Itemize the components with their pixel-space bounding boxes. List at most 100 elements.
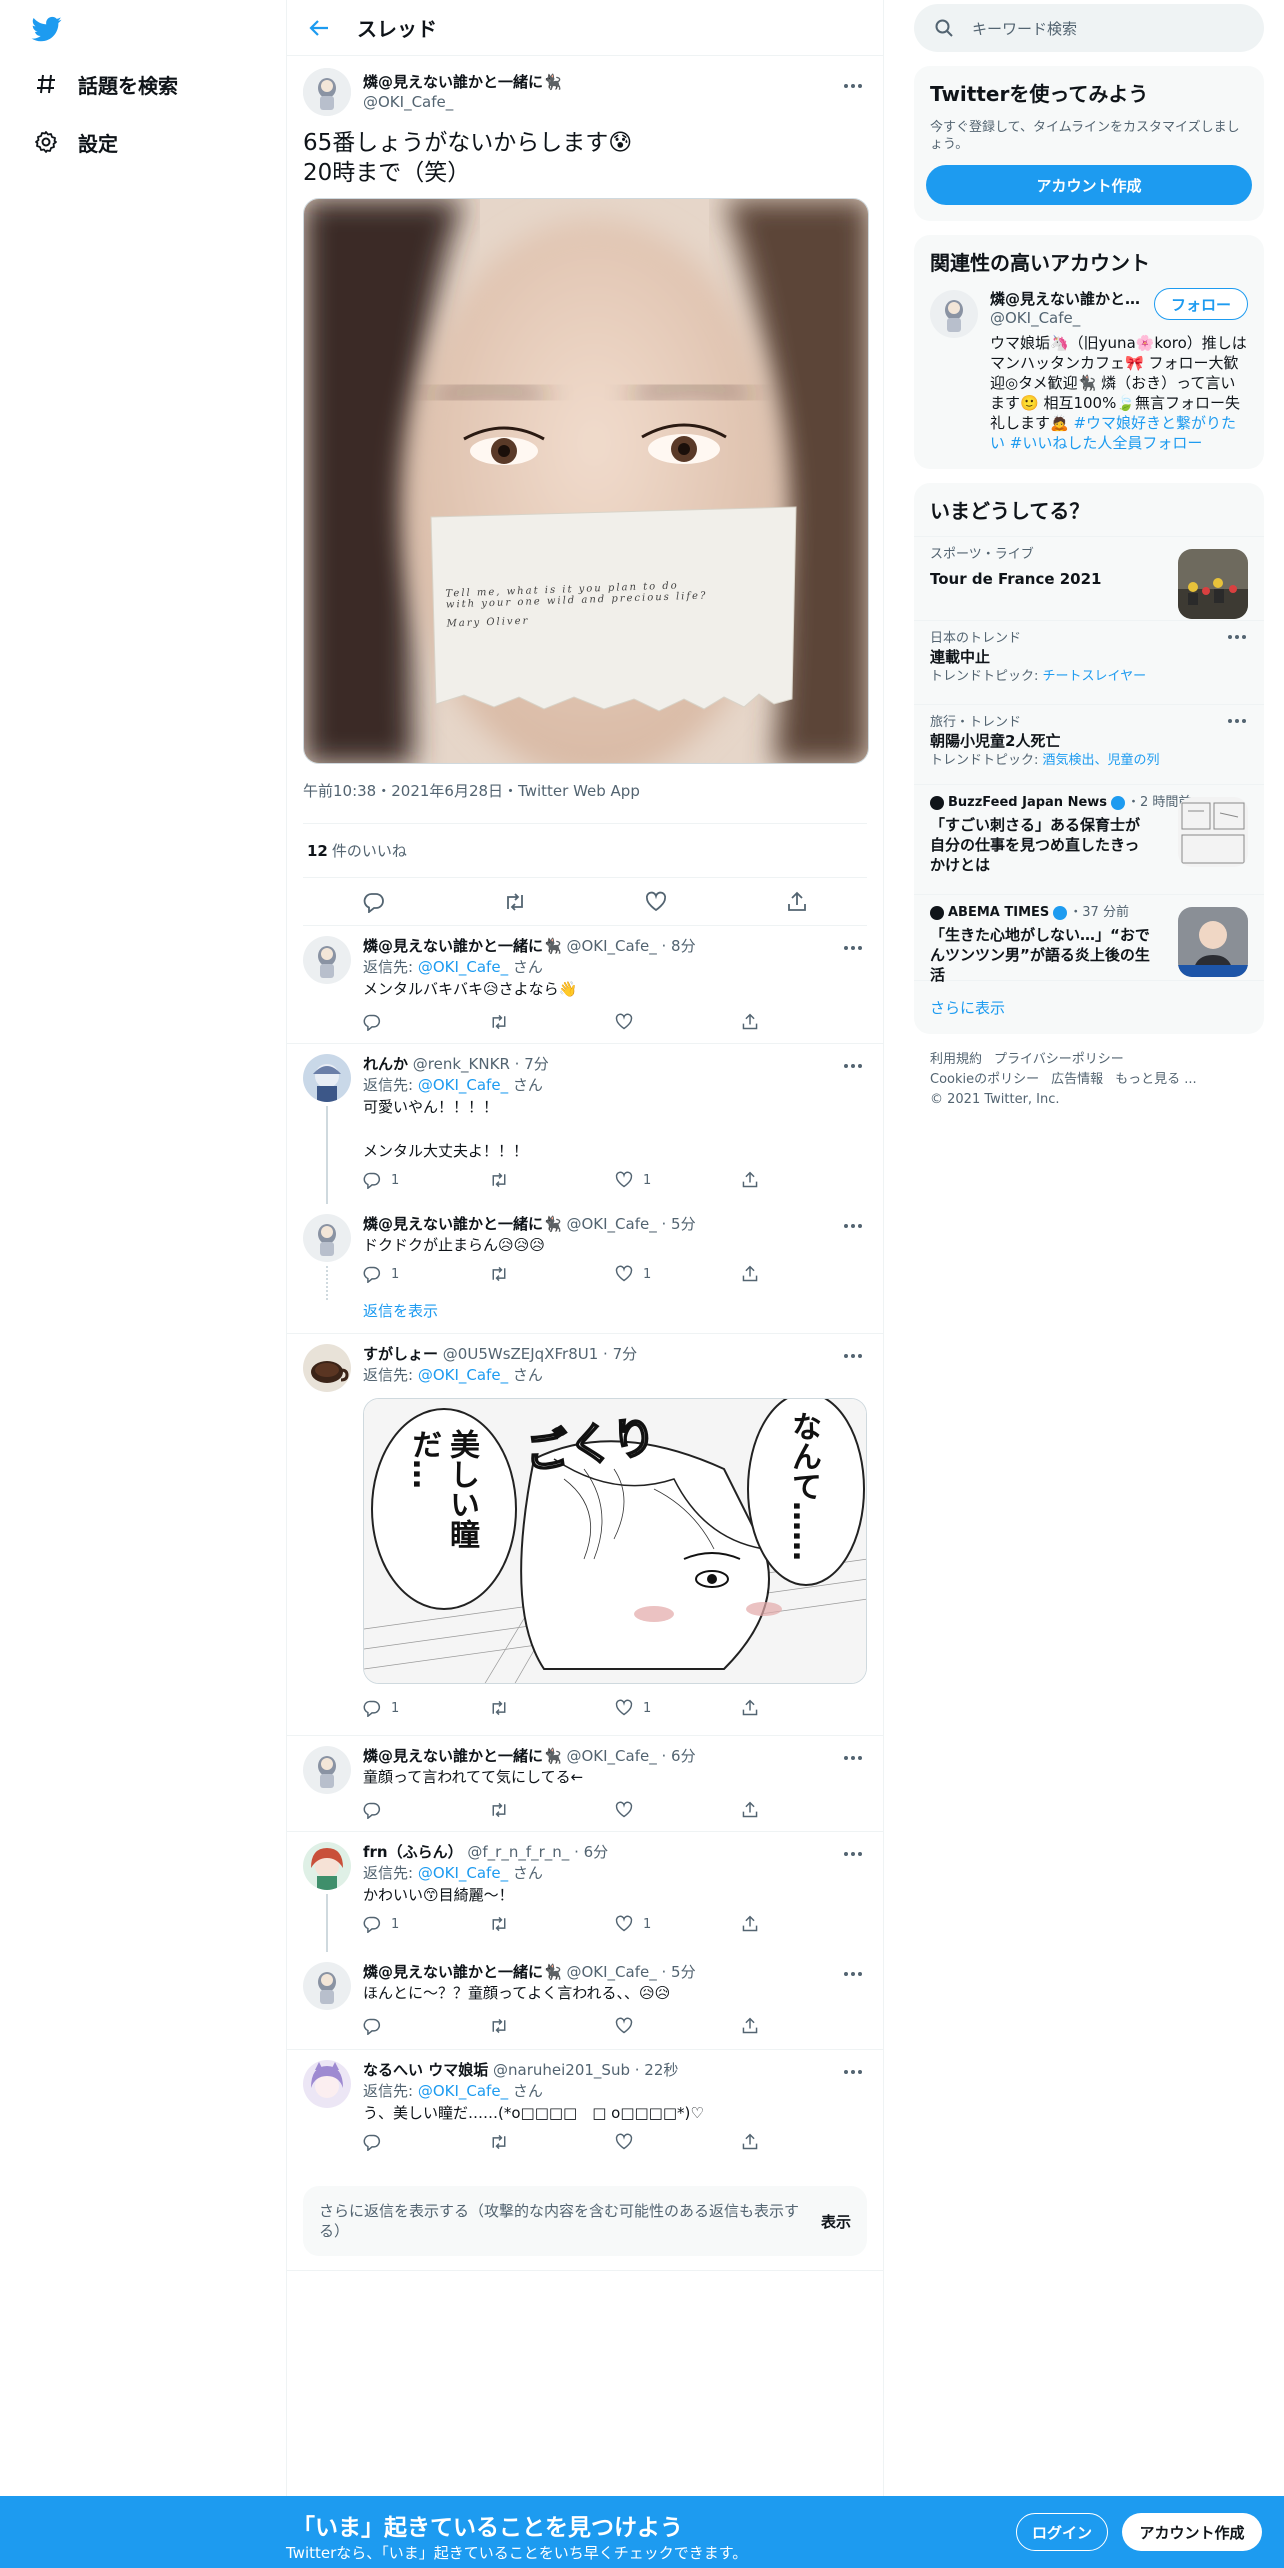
- avatar[interactable]: [303, 1962, 351, 2010]
- share-icon[interactable]: [741, 1013, 867, 1031]
- reply-icon[interactable]: [361, 889, 387, 915]
- more-icon[interactable]: [841, 76, 865, 96]
- twitter-logo-icon[interactable]: [30, 14, 64, 44]
- like-icon[interactable]: 1: [615, 1265, 741, 1283]
- share-icon[interactable]: [741, 1171, 867, 1189]
- retweet-icon[interactable]: [502, 889, 528, 915]
- reply-icon[interactable]: [363, 1013, 489, 1031]
- avatar[interactable]: [303, 1054, 351, 1102]
- reply-tweet[interactable]: frn（ふらん） @f_r_n_f_r_n_ · 6分 返信先: @OKI_Ca…: [287, 1832, 883, 1952]
- reply-to-link[interactable]: @OKI_Cafe_: [418, 1366, 508, 1384]
- reply-tweet[interactable]: すがしょー @0U5WsZEJqXFr8U1 · 7分 返信先: @OKI_Ca…: [287, 1334, 883, 1736]
- retweet-icon[interactable]: [489, 1801, 615, 1819]
- reply-icon[interactable]: [363, 2133, 489, 2151]
- create-account-button[interactable]: アカウント作成: [926, 165, 1252, 205]
- show-more-link[interactable]: さらに表示: [914, 980, 1264, 1034]
- reply-tweet[interactable]: 燐@見えない誰かと一緒に🐈‍⬛ @OKI_Cafe_ · 5分 ほんとに〜？？童…: [287, 1952, 883, 2050]
- avatar[interactable]: [303, 936, 351, 984]
- share-icon[interactable]: [784, 889, 810, 915]
- like-icon[interactable]: 1: [615, 1915, 741, 1933]
- username[interactable]: @naruhei201_Sub: [493, 2061, 630, 2079]
- time[interactable]: 7分: [613, 1345, 638, 1363]
- footer-link[interactable]: 利用規約: [930, 1052, 982, 1067]
- back-arrow-icon[interactable]: [305, 14, 333, 42]
- retweet-icon[interactable]: [489, 1699, 615, 1717]
- username[interactable]: @OKI_Cafe_: [566, 1215, 656, 1233]
- retweet-icon[interactable]: [489, 1013, 615, 1031]
- more-icon[interactable]: [841, 1844, 865, 1864]
- share-icon[interactable]: [741, 2017, 867, 2035]
- trend-item[interactable]: 日本のトレンド 連載中止 トレンドトピック: チートスレイヤー: [914, 620, 1264, 704]
- time[interactable]: 8分: [671, 937, 696, 955]
- display-name[interactable]: frn（ふらん）: [363, 1843, 463, 1861]
- time[interactable]: 6分: [671, 1747, 696, 1765]
- footer-link[interactable]: Cookieのポリシー: [930, 1072, 1039, 1087]
- avatar[interactable]: [930, 290, 978, 338]
- reply-tweet[interactable]: なるへい ウマ娘垢 @naruhei201_Sub · 22秒 返信先: @OK…: [287, 2050, 883, 2172]
- footer-link[interactable]: 広告情報: [1051, 1072, 1103, 1087]
- tweet-photo[interactable]: Tell me, what is it you plan to do with …: [303, 198, 869, 764]
- like-icon[interactable]: [615, 2017, 741, 2035]
- reply-tweet[interactable]: 燐@見えない誰かと一緒に🐈‍⬛ @OKI_Cafe_ · 8分 返信先: @OK…: [287, 926, 883, 1044]
- retweet-icon[interactable]: [489, 1915, 615, 1933]
- related-account[interactable]: 燐@見えない誰かと… @OKI_Cafe_ ウマ娘垢🦄（旧yuna🌸koro）推…: [914, 288, 1264, 469]
- display-name[interactable]: 燐@見えない誰かと一緒に🐈‍⬛: [363, 1747, 562, 1765]
- more-icon[interactable]: [1228, 719, 1246, 723]
- time[interactable]: 5分: [671, 1963, 696, 1981]
- username[interactable]: @0U5WsZEJqXFr8U1: [443, 1345, 598, 1363]
- search-input[interactable]: キーワード検索: [972, 18, 1077, 39]
- display-name[interactable]: 燐@見えない誰かと一緒に🐈‍⬛: [363, 1963, 562, 1981]
- like-icon[interactable]: [615, 2133, 741, 2151]
- more-icon[interactable]: [1228, 635, 1246, 639]
- username[interactable]: @renk_KNKR: [413, 1055, 510, 1073]
- like-icon[interactable]: 1: [615, 1699, 741, 1717]
- display-name[interactable]: 燐@見えない誰かと一緒に🐈‍⬛: [363, 1215, 562, 1233]
- more-icon[interactable]: [841, 1346, 865, 1366]
- nav-explore[interactable]: 話題を検索: [34, 64, 178, 104]
- avatar[interactable]: [303, 1344, 351, 1392]
- retweet-icon[interactable]: [489, 1265, 615, 1283]
- like-icon[interactable]: [615, 1013, 741, 1031]
- reply-to-link[interactable]: @OKI_Cafe_: [418, 1864, 508, 1882]
- username[interactable]: @f_r_n_f_r_n_: [467, 1843, 569, 1861]
- follow-button[interactable]: フォロー: [1153, 288, 1248, 320]
- display-name[interactable]: れんか: [363, 1055, 408, 1073]
- more-icon[interactable]: [841, 1748, 865, 1768]
- like-icon[interactable]: 1: [615, 1171, 741, 1189]
- reply-icon[interactable]: 1: [363, 1915, 489, 1933]
- show-replies-link[interactable]: 返信を表示: [363, 1302, 438, 1320]
- reply-tweet[interactable]: 燐@見えない誰かと一緒に🐈‍⬛ @OKI_Cafe_ · 6分 童顔って言われて…: [287, 1736, 883, 1832]
- retweet-icon[interactable]: [489, 2133, 615, 2151]
- reply-to-link[interactable]: @OKI_Cafe_: [418, 1076, 508, 1094]
- reply-icon[interactable]: [363, 1801, 489, 1819]
- display-name[interactable]: なるへい ウマ娘垢: [363, 2061, 488, 2079]
- like-icon[interactable]: [643, 889, 669, 915]
- share-icon[interactable]: [741, 1699, 867, 1717]
- likes-row[interactable]: 12 件のいいね: [303, 824, 867, 878]
- reply-icon[interactable]: 1: [363, 1171, 489, 1189]
- show-button[interactable]: 表示: [821, 2211, 851, 2232]
- like-icon[interactable]: [615, 1801, 741, 1819]
- news-item[interactable]: ABEMA TIMES ・37 分前 「生きた心地がしない…」“おでんツンツン男”…: [914, 894, 1264, 984]
- tweet-timestamp[interactable]: 午前10:38・2021年6月28日・Twitter Web App: [303, 780, 867, 824]
- more-icon[interactable]: [841, 938, 865, 958]
- footer-link[interactable]: もっと見る ...: [1115, 1072, 1197, 1087]
- reply-to-link[interactable]: @OKI_Cafe_: [418, 958, 508, 976]
- avatar[interactable]: [303, 68, 351, 116]
- username[interactable]: @OKI_Cafe_: [566, 1747, 656, 1765]
- time[interactable]: 5分: [671, 1215, 696, 1233]
- share-icon[interactable]: [741, 2133, 867, 2151]
- time[interactable]: 7分: [524, 1055, 549, 1073]
- related-display-name[interactable]: 燐@見えない誰かと…: [990, 288, 1140, 309]
- trend-topic-link[interactable]: チートスレイヤー: [1043, 669, 1147, 684]
- more-icon[interactable]: [841, 1056, 865, 1076]
- retweet-icon[interactable]: [489, 2017, 615, 2035]
- login-button[interactable]: ログイン: [1016, 2513, 1108, 2551]
- reply-icon[interactable]: 1: [363, 1265, 489, 1283]
- nav-settings[interactable]: 設定: [34, 122, 118, 162]
- retweet-icon[interactable]: [489, 1171, 615, 1189]
- time[interactable]: 22秒: [644, 2061, 678, 2079]
- username[interactable]: @OKI_Cafe_: [566, 937, 656, 955]
- reply-tweet[interactable]: 燐@見えない誰かと一緒に🐈‍⬛ @OKI_Cafe_ · 5分 ドクドクが止まら…: [287, 1204, 883, 1300]
- reply-manga-image[interactable]: 美しい瞳だ… なんて…… ごくり: [363, 1398, 867, 1684]
